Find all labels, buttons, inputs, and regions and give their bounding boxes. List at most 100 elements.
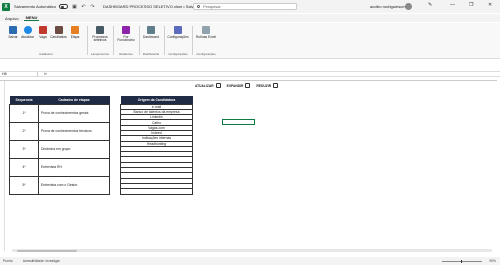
accessibility-status[interactable]: Acessibilidade: investigar: [23, 259, 60, 263]
search-icon: [197, 5, 200, 8]
menu-bar: Arquivo MENU: [0, 14, 500, 22]
stage-button[interactable]: Etapa: [69, 26, 81, 39]
processes-label: Processos seletivos: [92, 34, 108, 43]
seq-cell[interactable]: 2º: [9, 121, 39, 141]
stage-icon: [71, 26, 79, 34]
search-placeholder: Pesquisar: [203, 4, 221, 9]
seq-cell[interactable]: 3º: [9, 139, 39, 159]
processes-button[interactable]: Processos seletivos: [90, 26, 110, 43]
table-row: 3º Dinâmica em grupo: [9, 139, 110, 159]
reduce-icon: [273, 83, 279, 88]
step-cell[interactable]: Entrevista RH: [38, 157, 110, 177]
save-quick-icon[interactable]: ▣: [72, 4, 77, 10]
step-cell[interactable]: Prova de conhecimentos gerais: [38, 103, 110, 123]
seq-cell[interactable]: 1º: [9, 103, 39, 123]
refresh-button[interactable]: Atualizar: [19, 26, 36, 39]
document-title[interactable]: DASHBOARD PROCESSO SELETIVO.xlsm • Salvo: [103, 4, 196, 9]
undo-icon[interactable]: ↶: [81, 4, 86, 10]
routines-icon: [202, 26, 210, 34]
excel-logo-icon: X: [2, 2, 10, 11]
horizontal-scrollbar[interactable]: [12, 249, 492, 252]
autosave-toggle[interactable]: [59, 4, 69, 9]
refresh-icon: [23, 26, 32, 34]
reduce-label: REDUZIR: [256, 83, 272, 88]
update-action[interactable]: ATUALIZAR: [195, 83, 221, 88]
routines-button[interactable]: Rotinas Excel: [195, 26, 217, 39]
vacancy-button[interactable]: Vaga: [37, 26, 49, 39]
dashboard-icon: [147, 26, 155, 34]
save-icon: [9, 26, 17, 34]
dashboard-label: Dashboard: [142, 34, 160, 39]
table-row: 1º Prova de conhecimentos gerais: [9, 103, 110, 123]
candidates-button[interactable]: Candidatos: [49, 26, 68, 39]
avatar[interactable]: [405, 3, 412, 10]
vacancy-icon: [39, 26, 47, 34]
step-cell[interactable]: Dinâmica em grupo: [38, 139, 110, 159]
group-dashboards: Dashboards: [142, 52, 160, 56]
user-name[interactable]: acolito rodriguiescmb: [370, 4, 408, 9]
reduce-action[interactable]: REDUZIR: [256, 83, 279, 88]
name-box[interactable]: H8: [0, 71, 38, 77]
worksheet[interactable]: ATUALIZAR EXPANDIR REDUZIR Sequencia Cad…: [0, 80, 497, 253]
header-sequencia: Sequencia: [9, 96, 39, 104]
dashboard-button[interactable]: Dashboard: [141, 26, 161, 39]
seq-cell[interactable]: 5º: [9, 175, 39, 195]
step-cell[interactable]: Prova de conhecimentos técnicos: [38, 121, 110, 141]
refresh-small-icon: [215, 83, 221, 88]
tab-menu[interactable]: MENU: [23, 15, 40, 21]
settings-button[interactable]: Configurações: [166, 26, 190, 39]
table-row: 4º Entrevista RH: [9, 157, 110, 177]
zoom-knob[interactable]: [461, 260, 462, 263]
header-cadastro-etapas: Cadastro de etapas: [38, 96, 110, 104]
stages-table: Sequencia Cadastro de etapas 1º Prova de…: [9, 96, 110, 195]
formula-bar: H8 fx: [0, 71, 500, 77]
vacancy-label: Vaga: [39, 34, 47, 39]
group-separator: [164, 26, 165, 55]
search-input[interactable]: Pesquisar: [193, 3, 297, 10]
origin-table: Origem da Candidatura e-mail Banco de ta…: [120, 96, 193, 195]
header-origem-candidatura: Origem da Candidatura: [120, 96, 193, 104]
seq-cell[interactable]: 4º: [9, 157, 39, 177]
table-row: 5º Entrevista com o Gestor: [9, 175, 110, 195]
zoom-level[interactable]: 90%: [489, 259, 496, 263]
autosave-label: Salvamento Automático: [14, 4, 57, 9]
tab-arquivo[interactable]: Arquivo: [3, 16, 21, 21]
group-separator: [87, 26, 88, 55]
group-separator: [113, 26, 114, 55]
expand-icon: [245, 83, 251, 88]
scrollbar-thumb[interactable]: [17, 249, 77, 252]
routines-label: Rotinas Excel: [195, 34, 217, 39]
group-configuracoes-2: Configurações: [196, 52, 216, 56]
candidates-label: Candidatos: [50, 34, 67, 39]
ribbon: Salvar Atualizar Vaga Candidatos Etapa C…: [0, 23, 500, 59]
stage-label: Etapa: [70, 34, 80, 39]
settings-icon: [174, 26, 182, 34]
fx-icon[interactable]: fx: [44, 72, 47, 76]
candidates-icon: [54, 26, 63, 34]
expand-action[interactable]: EXPANDIR: [227, 83, 251, 88]
status-bar: Pronto Acessibilidade: investigar 90%: [0, 257, 500, 265]
group-configuracoes: Configurações: [168, 52, 188, 56]
employee-label: Por Funcionário: [117, 34, 135, 43]
update-label: ATUALIZAR: [195, 83, 214, 88]
group-cadastros: Cadastros: [39, 52, 53, 56]
group-relatorios: Relatórios: [119, 52, 133, 56]
step-cell[interactable]: Entrevista com o Gestor: [38, 175, 110, 195]
redo-icon[interactable]: ↷: [90, 4, 95, 10]
table-row: 2º Prova de conhecimentos técnicos: [9, 121, 110, 141]
worksheet-grid[interactable]: ATUALIZAR EXPANDIR REDUZIR Sequencia Cad…: [4, 81, 494, 251]
employee-button[interactable]: Por Funcionário: [115, 26, 137, 43]
minimize-icon[interactable]: —: [450, 2, 455, 8]
zoom-slider[interactable]: [442, 260, 482, 263]
group-separator: [139, 26, 140, 55]
restore-icon[interactable]: ❐: [469, 2, 473, 8]
close-icon[interactable]: ✕: [488, 2, 492, 8]
group-separator: [192, 26, 193, 55]
settings-label: Configurações: [167, 34, 189, 39]
origin-cell[interactable]: [120, 188, 193, 195]
save-button[interactable]: Salvar: [7, 26, 19, 39]
expand-label: EXPANDIR: [226, 83, 244, 88]
selected-cell[interactable]: [222, 119, 255, 125]
save-label: Salvar: [8, 34, 18, 39]
pen-icon[interactable]: ✎: [428, 2, 432, 8]
